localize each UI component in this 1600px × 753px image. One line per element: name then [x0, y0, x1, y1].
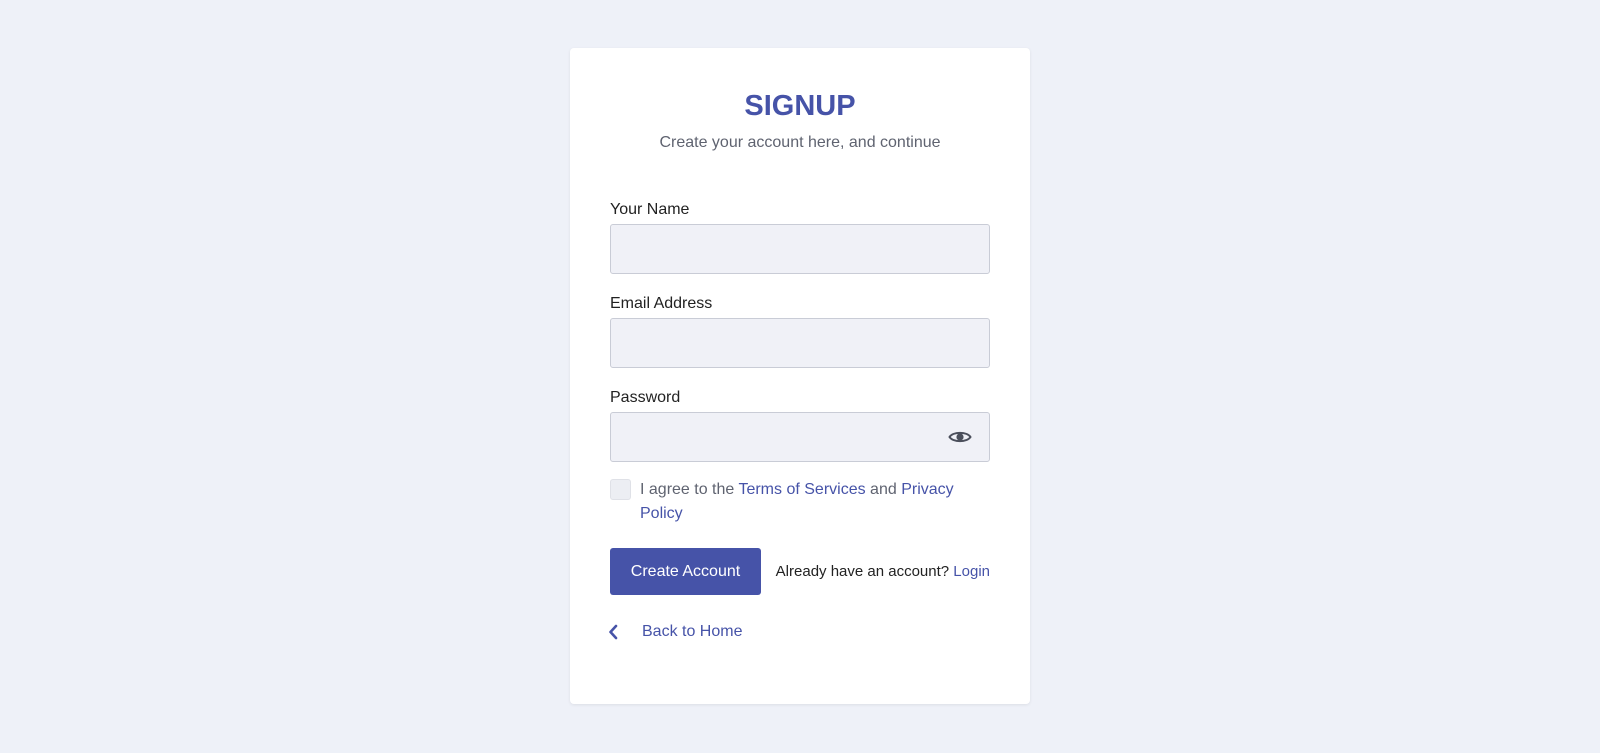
agreement-row: I agree to the Terms of Services and Pri… — [610, 478, 990, 526]
page-subtitle: Create your account here, and continue — [659, 134, 941, 151]
page-title: SIGNUP — [744, 90, 856, 122]
eye-icon[interactable] — [948, 426, 972, 448]
back-to-home-label: Back to Home — [642, 623, 743, 640]
login-prompt-text: Already have an account? — [775, 563, 954, 580]
agree-checkbox[interactable] — [610, 479, 631, 500]
email-field-wrap — [610, 318, 990, 368]
signup-card: SIGNUP Create your account here, and con… — [570, 48, 1030, 704]
password-field-wrap — [610, 412, 990, 462]
name-input[interactable] — [610, 224, 990, 274]
password-label: Password — [610, 389, 681, 406]
login-link[interactable]: Login — [953, 563, 990, 580]
agreement-prefix: I agree to the — [640, 481, 739, 498]
password-input[interactable] — [610, 412, 990, 462]
agreement-joiner: and — [865, 481, 902, 498]
agreement-text: I agree to the Terms of Services and Pri… — [640, 478, 990, 526]
back-to-home-link[interactable]: Back to Home — [606, 623, 990, 641]
terms-link[interactable]: Terms of Services — [738, 481, 865, 498]
login-prompt: Already have an account? Login — [776, 563, 990, 580]
name-label: Your Name — [610, 201, 690, 218]
email-input[interactable] — [610, 318, 990, 368]
email-label: Email Address — [610, 295, 713, 312]
chevron-left-icon — [606, 623, 620, 641]
actions-row: Create Account Already have an account? … — [610, 548, 990, 595]
name-field-wrap — [610, 224, 990, 274]
create-account-button[interactable]: Create Account — [610, 548, 761, 595]
